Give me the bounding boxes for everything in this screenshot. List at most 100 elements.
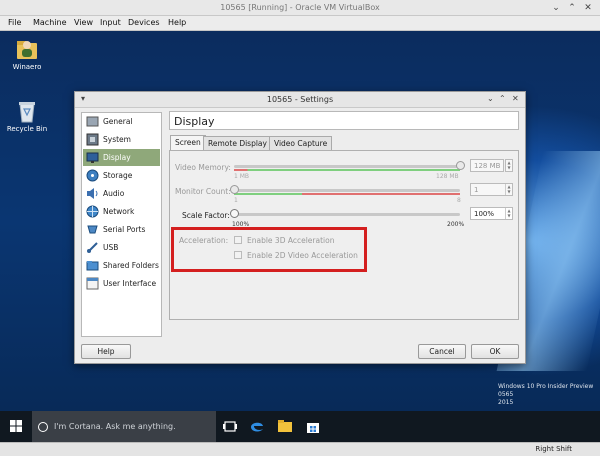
- dialog-maximize-icon[interactable]: ⌃: [499, 94, 506, 103]
- cortana-icon: [38, 422, 48, 432]
- start-button[interactable]: [10, 420, 22, 432]
- cortana-search-box[interactable]: I'm Cortana. Ask me anything.: [32, 411, 216, 442]
- close-icon[interactable]: ✕: [582, 2, 594, 14]
- dialog-minimize-icon[interactable]: ⌄: [487, 94, 494, 103]
- menu-input[interactable]: Input: [100, 18, 121, 27]
- scale-factor-spinbox[interactable]: 100% ▲ ▼: [470, 207, 513, 220]
- system-icon: [86, 133, 99, 146]
- monitor-count-value: 1: [474, 186, 479, 194]
- maximize-icon[interactable]: ⌃: [566, 2, 578, 14]
- windows-logo-icon: [10, 420, 22, 432]
- sidebar-item-label: User Interface: [103, 279, 157, 288]
- scale-factor-label: Scale Factor:: [182, 211, 230, 220]
- video-memory-scale: [234, 169, 460, 171]
- serial-ports-icon: [86, 223, 99, 236]
- host-titlebar: 10565 [Running] - Oracle VM VirtualBox ⌄…: [0, 0, 600, 16]
- sidebar-item-network[interactable]: Network: [83, 203, 160, 220]
- page-title: Display: [169, 111, 519, 130]
- sidebar-item-storage[interactable]: Storage: [83, 167, 160, 184]
- dialog-title: 10565 - Settings: [266, 95, 334, 104]
- sidebar-item-label: System: [103, 135, 131, 144]
- cancel-button[interactable]: Cancel: [418, 344, 466, 359]
- edge-icon[interactable]: [250, 420, 264, 433]
- sidebar-item-label: General: [103, 117, 133, 126]
- general-icon: [86, 115, 99, 128]
- video-memory-spinbox[interactable]: 128 MB: [470, 159, 504, 172]
- sidebar-item-usb[interactable]: USB: [83, 239, 160, 256]
- sidebar-item-label: Shared Folders: [103, 261, 159, 270]
- host-menubar: File Machine View Input Devices Help: [0, 16, 600, 31]
- host-window-title: 10565 [Running] - Oracle VM VirtualBox: [220, 3, 380, 12]
- host-status-bar: Right Shift: [0, 442, 600, 456]
- windows-watermark: Windows 10 Pro Insider Preview 0565 2015: [498, 383, 593, 407]
- cortana-placeholder: I'm Cortana. Ask me anything.: [54, 422, 176, 431]
- menu-devices[interactable]: Devices: [128, 18, 160, 27]
- sidebar-item-display[interactable]: Display: [83, 149, 160, 166]
- tab-screen[interactable]: Screen: [170, 135, 206, 151]
- video-memory-max: 128 MB: [436, 173, 459, 180]
- scale-factor-knob[interactable]: [230, 209, 239, 218]
- sidebar-item-label: Display: [103, 153, 131, 162]
- monitor-count-knob[interactable]: [230, 185, 239, 194]
- sidebar-item-general[interactable]: General: [83, 113, 160, 130]
- monitor-count-slider[interactable]: [234, 189, 460, 192]
- sidebar-item-label: Network: [103, 207, 135, 216]
- video-memory-stepper[interactable]: ▲ ▼: [505, 159, 513, 172]
- sidebar-item-label: Storage: [103, 171, 133, 180]
- menu-file[interactable]: File: [8, 18, 21, 27]
- usb-icon: [86, 241, 99, 254]
- sidebar-item-label: Serial Ports: [103, 225, 146, 234]
- ok-button[interactable]: OK: [471, 344, 519, 359]
- monitor-count-min: 1: [234, 197, 238, 204]
- desktop-icon-label: Winaero: [12, 63, 42, 71]
- file-explorer-icon[interactable]: [278, 420, 292, 433]
- video-memory-slider[interactable]: [234, 165, 460, 168]
- sidebar-item-shared-folders[interactable]: Shared Folders: [83, 257, 160, 274]
- monitor-count-label: Monitor Count:: [175, 187, 231, 196]
- desktop-icon-recycle-bin[interactable]: Recycle Bin: [5, 99, 49, 133]
- sidebar-item-user-interface[interactable]: User Interface: [83, 275, 160, 292]
- menu-help[interactable]: Help: [168, 18, 186, 27]
- scale-factor-value: 100%: [474, 210, 495, 218]
- sidebar-item-serial-ports[interactable]: Serial Ports: [83, 221, 160, 238]
- watermark-line: Windows 10 Pro Insider Preview: [498, 383, 594, 390]
- scale-factor-max: 200%: [447, 221, 465, 228]
- acceleration-highlight-box: [171, 227, 367, 272]
- scale-factor-slider[interactable]: [234, 213, 460, 216]
- watermark-line: 2015: [498, 399, 514, 406]
- monitor-count-spinbox[interactable]: 1 ▲ ▼: [470, 183, 513, 196]
- help-button[interactable]: Help: [81, 344, 131, 359]
- monitor-count-max: 8: [457, 197, 461, 204]
- video-memory-min: 1 MB: [234, 173, 250, 180]
- task-view-icon[interactable]: [223, 420, 237, 433]
- recycle-bin-icon: [16, 99, 38, 123]
- minimize-icon[interactable]: ⌄: [550, 2, 562, 14]
- video-memory-value: 128 MB: [474, 162, 501, 170]
- desktop-icon-label: Recycle Bin: [6, 125, 48, 133]
- menu-machine[interactable]: Machine: [33, 18, 67, 27]
- video-memory-knob[interactable]: [456, 161, 465, 170]
- video-memory-label: Video Memory:: [175, 163, 231, 172]
- audio-icon: [86, 187, 99, 200]
- store-icon[interactable]: [306, 420, 320, 433]
- shared-folders-icon: [86, 259, 99, 272]
- sidebar-item-audio[interactable]: Audio: [83, 185, 160, 202]
- settings-sidebar: General System Display Storage Audio Net…: [81, 112, 162, 337]
- user-folder-icon: [16, 37, 38, 61]
- tab-video-capture[interactable]: Video Capture: [269, 136, 333, 150]
- sidebar-item-label: Audio: [103, 189, 125, 198]
- dialog-titlebar: ▾ 10565 - Settings ⌄ ⌃ ✕: [75, 92, 525, 108]
- user-interface-icon: [86, 277, 99, 290]
- sidebar-item-system[interactable]: System: [83, 131, 160, 148]
- watermark-line: 0565: [498, 391, 514, 398]
- page-title-text: Display: [174, 115, 215, 128]
- sidebar-item-label: USB: [103, 243, 119, 252]
- dialog-close-icon[interactable]: ✕: [512, 94, 519, 103]
- storage-icon: [86, 169, 99, 182]
- host-key-label: Right Shift: [535, 445, 572, 453]
- tab-remote-display[interactable]: Remote Display: [203, 136, 272, 150]
- network-icon: [86, 205, 99, 218]
- taskbar: I'm Cortana. Ask me anything.: [0, 411, 600, 442]
- menu-view[interactable]: View: [74, 18, 93, 27]
- desktop-icon-winaero[interactable]: Winaero: [5, 37, 49, 71]
